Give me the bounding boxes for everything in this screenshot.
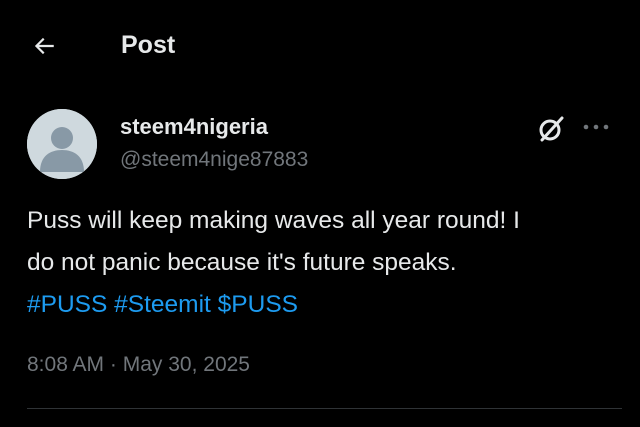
hashtag-link[interactable]: #Steemit: [114, 291, 211, 318]
post-text-line: Puss will keep making waves all year rou…: [27, 207, 520, 234]
post-header: Post: [0, 0, 640, 90]
grok-icon: [539, 116, 564, 142]
timestamp-separator: ·: [104, 353, 123, 376]
post-timestamp: 8:08 AM · May 30, 2025: [27, 350, 250, 380]
more-horizontal-icon: [583, 124, 609, 130]
author-handle[interactable]: @steem4nige87883: [120, 145, 308, 175]
author-display-name[interactable]: steem4nigeria: [120, 112, 268, 142]
divider: [27, 408, 622, 409]
default-avatar-icon: [27, 109, 97, 179]
avatar[interactable]: [27, 109, 97, 179]
hashtag-line: #PUSS #Steemit $PUSS: [27, 284, 622, 326]
hashtag-link[interactable]: #PUSS: [27, 291, 107, 318]
post-text: Puss will keep making waves all year rou…: [27, 200, 622, 326]
page-title: Post: [121, 31, 176, 59]
arrow-left-icon: [34, 37, 54, 55]
post-date-link[interactable]: May 30, 2025: [123, 353, 250, 376]
back-button[interactable]: [22, 24, 66, 68]
grok-button[interactable]: [533, 111, 569, 147]
more-options-button[interactable]: [578, 111, 614, 143]
post-time-link[interactable]: 8:08 AM: [27, 353, 104, 376]
cashtag-link[interactable]: $PUSS: [218, 291, 298, 318]
post-text-line: do not panic because it's future speaks.: [27, 249, 457, 276]
